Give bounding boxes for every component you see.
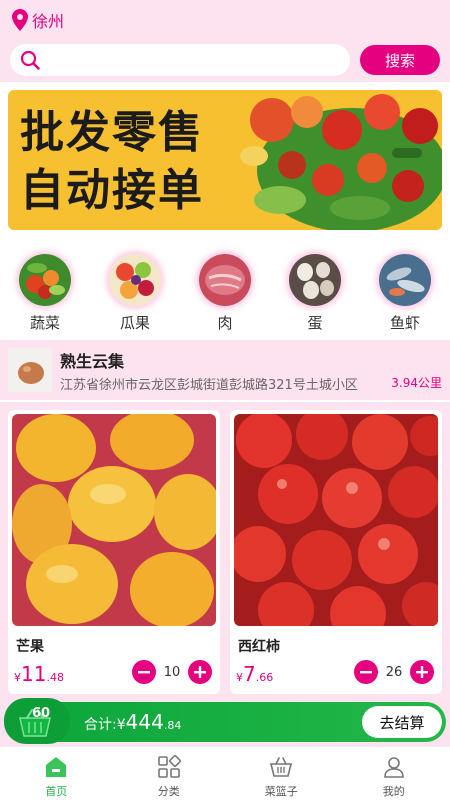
checkout-button[interactable]: 去结算 (362, 706, 442, 738)
price-integer: 11 (21, 662, 47, 686)
cart-count: 60 (32, 706, 51, 721)
total-integer: 444 (125, 710, 164, 734)
price-decimal: .66 (255, 671, 274, 684)
product-grid: 芒果 ¥11.48 10 西红柿 ¥7.66 26 (0, 402, 450, 700)
eggs-image (289, 254, 341, 306)
category-vegetables[interactable]: 蔬菜 (10, 254, 80, 336)
minus-icon (138, 671, 150, 674)
tab-label: 分类 (157, 785, 180, 798)
cart-total: 合计:¥444.84 (84, 710, 181, 734)
location-pin-icon (12, 9, 28, 31)
price-integer: 7 (243, 662, 256, 686)
search-button[interactable]: 搜索 (360, 45, 440, 75)
search-icon (20, 50, 40, 70)
banner-line-2: 自动接单 (20, 165, 204, 216)
seafood-image (379, 254, 431, 306)
category-label: 肉 (217, 314, 233, 332)
search-box[interactable] (10, 44, 350, 76)
bottom-tab-bar: 首页 分类 菜篮子 我的 (0, 746, 450, 800)
plus-icon (416, 666, 428, 678)
tab-label: 菜篮子 (264, 785, 298, 798)
meat-image (199, 254, 251, 306)
total-currency: ¥ (116, 717, 126, 733)
shop-address: 江苏省徐州市云龙区彭城街道彭城路321号土城小区 (60, 378, 358, 393)
price-currency: ¥ (14, 671, 21, 684)
tab-profile[interactable]: 我的 (338, 747, 450, 800)
quantity-value[interactable]: 10 (156, 664, 188, 680)
cart-bar: 60 合计:¥444.84 去结算 (4, 698, 446, 744)
category-label: 蔬菜 (29, 314, 60, 332)
tab-categories[interactable]: 分类 (113, 747, 226, 800)
basket-icon (270, 757, 293, 777)
category-label: 蛋 (307, 314, 323, 332)
product-price: ¥7.66 (236, 662, 273, 686)
quantity-stepper: 10 (132, 660, 212, 684)
shop-distance: 3.94公里 (391, 376, 442, 390)
shop-name: 熟生云集 (60, 352, 125, 371)
category-label: 鱼虾 (389, 314, 420, 332)
search-input[interactable] (48, 46, 350, 74)
category-label: 瓜果 (119, 314, 150, 332)
total-label: 合计: (84, 717, 117, 733)
category-meat[interactable]: 肉 (190, 254, 260, 336)
tab-label: 首页 (45, 785, 68, 798)
current-city: 徐州 (32, 12, 65, 31)
promo-banner[interactable]: 批发零售 自动接单 (8, 90, 442, 230)
tab-label: 我的 (382, 785, 405, 798)
price-currency: ¥ (236, 671, 243, 684)
search-row: 搜索 (0, 44, 450, 80)
quantity-value[interactable]: 26 (378, 664, 410, 680)
main-content: 批发零售 自动接单 蔬菜 瓜果 肉 蛋 鱼虾 熟生云集 江苏省徐州市云龙区彭城街… (0, 82, 450, 700)
increase-button[interactable] (188, 660, 212, 684)
quantity-stepper: 26 (354, 660, 434, 684)
category-fruits[interactable]: 瓜果 (100, 254, 170, 336)
price-decimal: .48 (46, 671, 64, 684)
increase-button[interactable] (410, 660, 434, 684)
fruits-image (109, 254, 161, 306)
category-row: 蔬菜 瓜果 肉 蛋 鱼虾 (0, 254, 450, 336)
product-card[interactable]: 西红柿 ¥7.66 26 (230, 410, 442, 694)
category-seafood[interactable]: 鱼虾 (370, 254, 440, 336)
user-icon (383, 757, 404, 778)
category-eggs[interactable]: 蛋 (280, 254, 350, 336)
home-icon (46, 757, 67, 777)
banner-vegetables-image (232, 90, 442, 230)
vegetables-image (19, 254, 71, 306)
total-decimal: .84 (163, 719, 182, 732)
category-grid-icon (157, 755, 181, 778)
location-bar[interactable]: 徐州 (0, 0, 450, 40)
product-name: 西红柿 (238, 639, 280, 655)
tab-home[interactable]: 首页 (0, 747, 113, 800)
mango-image (12, 414, 216, 626)
product-name: 芒果 (16, 639, 44, 655)
banner-text: 批发零售 自动接单 (20, 104, 204, 220)
cart-basket-button[interactable]: 60 (4, 698, 70, 744)
product-price: ¥11.48 (14, 662, 64, 686)
shop-info[interactable]: 熟生云集 江苏省徐州市云龙区彭城街道彭城路321号土城小区 3.94公里 (0, 340, 450, 400)
minus-icon (360, 671, 372, 674)
product-card[interactable]: 芒果 ¥11.48 10 (8, 410, 220, 694)
tab-basket[interactable]: 菜篮子 (225, 747, 338, 800)
banner-line-1: 批发零售 (20, 107, 204, 158)
decrease-button[interactable] (354, 660, 378, 684)
shop-logo (8, 348, 52, 392)
plus-icon (194, 666, 206, 678)
tomato-image (234, 414, 438, 626)
decrease-button[interactable] (132, 660, 156, 684)
